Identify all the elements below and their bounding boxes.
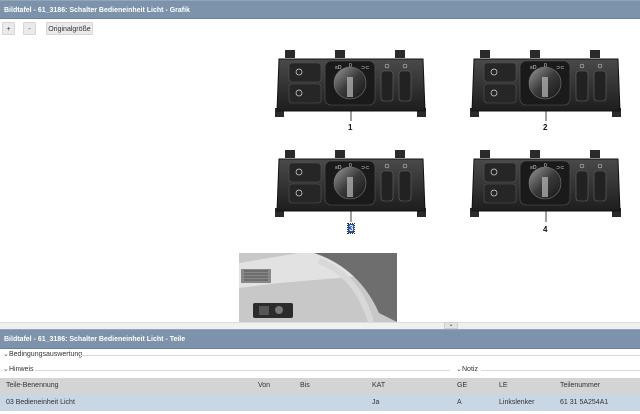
cell-part-name: 03 Bedieneinheit Licht [6, 399, 75, 406]
table-header [0, 378, 640, 394]
column-header-to[interactable]: Bis [300, 378, 310, 394]
switch-unit-4 [469, 149, 622, 218]
cell-kat: Ja [372, 399, 380, 406]
column-header-le[interactable]: LE [499, 378, 508, 394]
switch-unit-2 [469, 49, 622, 118]
table-row[interactable] [0, 394, 640, 411]
item-number-3-selected[interactable]: 3 [346, 223, 356, 234]
note-section-label: Notiz [462, 366, 478, 373]
condition-section[interactable]: ⌄Bedingungsauswertung [0, 349, 640, 361]
item-number-2[interactable]: 2 [543, 123, 547, 132]
hint-section-label: Hinweis [9, 366, 34, 373]
column-header-from[interactable]: Von [258, 378, 270, 394]
parts-panel-title: Bildtafel - 61_3186: Schalter Bedieneinh… [0, 329, 640, 349]
switch-unit-3 [274, 149, 427, 218]
collapse-arrow-icon[interactable]: ⌄ [444, 322, 458, 329]
divider [481, 370, 640, 371]
item-number-1[interactable]: 1 [348, 123, 352, 132]
cell-le: Linkslenker [499, 399, 535, 406]
column-header-kat[interactable]: KAT [372, 378, 385, 394]
divider [35, 370, 450, 371]
note-section[interactable]: ⌄Notiz [453, 364, 640, 376]
cell-ge: A [457, 399, 462, 406]
condition-section-label: Bedingungsauswertung [9, 351, 83, 358]
column-header-part-number[interactable]: Teilenummer [560, 378, 600, 394]
column-header-ge[interactable]: GE [457, 378, 467, 394]
installation-location-image [239, 253, 397, 322]
switch-unit-1 [274, 49, 427, 118]
column-header-part-name[interactable]: Teile-Benennung [6, 378, 59, 394]
divider [80, 355, 640, 356]
cell-part-number: 61 31 5A254A1 [560, 399, 609, 406]
item-number-4[interactable]: 4 [543, 225, 547, 234]
